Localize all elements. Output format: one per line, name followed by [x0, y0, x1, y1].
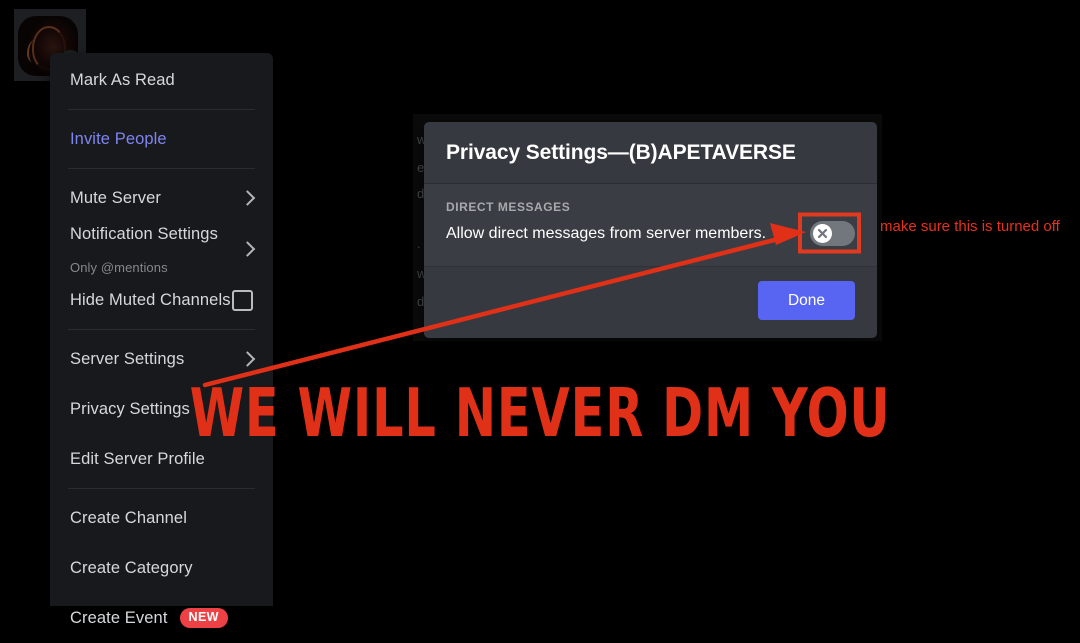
- menu-item-create-category[interactable]: Create Category: [50, 543, 273, 593]
- menu-item-label: Create Event: [70, 608, 168, 627]
- done-button[interactable]: Done: [757, 281, 855, 320]
- allow-dms-label: Allow direct messages from server member…: [446, 224, 767, 242]
- menu-item-label: Mark As Read: [70, 70, 175, 89]
- background-text-fragment: .: [417, 236, 421, 251]
- chevron-right-icon: [239, 241, 256, 257]
- server-context-menu: Mark As Read Invite People Mute Server N…: [50, 53, 273, 628]
- menu-item-label: Create Category: [70, 558, 193, 577]
- menu-item-notification-settings[interactable]: Notification Settings Only @mentions: [50, 223, 273, 275]
- menu-item-invite-people[interactable]: Invite People: [50, 114, 273, 164]
- menu-item-create-event[interactable]: Create Event NEW: [50, 593, 273, 643]
- menu-separator: [68, 488, 255, 489]
- allow-dms-row: Allow direct messages from server member…: [446, 221, 855, 246]
- menu-item-create-channel[interactable]: Create Channel: [50, 493, 273, 543]
- modal-footer: Done: [424, 267, 877, 338]
- toggle-knob: [813, 224, 832, 243]
- menu-item-mark-as-read[interactable]: Mark As Read: [50, 55, 273, 105]
- menu-item-label: Edit Server Profile: [70, 449, 205, 468]
- menu-separator: [68, 109, 255, 110]
- allow-dms-toggle[interactable]: [810, 221, 855, 246]
- menu-item-label: Create Channel: [70, 508, 187, 527]
- modal-header: Privacy Settings—(B)APETAVERSE: [424, 122, 877, 184]
- menu-item-sublabel: Only @mentions: [70, 260, 168, 275]
- privacy-settings-modal: Privacy Settings—(B)APETAVERSE DIRECT ME…: [424, 122, 877, 338]
- modal-body: DIRECT MESSAGES Allow direct messages fr…: [424, 184, 877, 267]
- menu-separator: [68, 168, 255, 169]
- headline-warning: WE WILL NEVER DM YOU: [189, 374, 891, 452]
- menu-item-label: Hide Muted Channels: [70, 290, 231, 309]
- new-badge: NEW: [179, 608, 228, 628]
- x-mark-icon: [817, 228, 828, 239]
- menu-item-label: Server Settings: [70, 349, 185, 368]
- menu-item-hide-muted-channels[interactable]: Hide Muted Channels: [50, 275, 273, 325]
- modal-title: Privacy Settings—(B)APETAVERSE: [446, 141, 796, 164]
- menu-item-label: Mute Server: [70, 188, 161, 207]
- annotation-note: make sure this is turned off: [880, 218, 1060, 235]
- menu-item-label: Notification Settings: [70, 225, 218, 243]
- checkbox-icon[interactable]: [232, 289, 253, 311]
- direct-messages-section-label: DIRECT MESSAGES: [446, 200, 571, 214]
- menu-item-mute-server[interactable]: Mute Server: [50, 173, 273, 223]
- menu-item-label: Invite People: [70, 129, 167, 148]
- menu-separator: [68, 329, 255, 330]
